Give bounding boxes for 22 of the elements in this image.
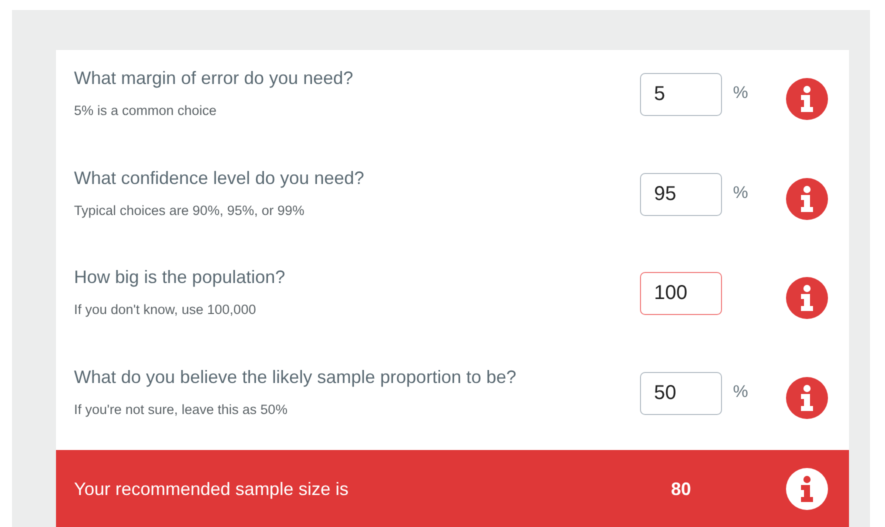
unit-label: % bbox=[733, 382, 748, 402]
input-field[interactable]: 95 bbox=[640, 172, 722, 216]
input-field[interactable]: 100 bbox=[640, 272, 722, 316]
sample-size-value: 80 bbox=[670, 478, 692, 500]
hint-text: 5% is a common choice bbox=[74, 103, 218, 118]
hint-text: Typical choices are 90%, 95%, or 99% bbox=[74, 202, 306, 218]
question-label: How big is the population? bbox=[74, 267, 286, 288]
input-field[interactable]: 50 bbox=[640, 372, 722, 415]
hint-text: If you don't know, use 100,000 bbox=[74, 302, 257, 318]
unit-label: % bbox=[733, 83, 748, 103]
info-icon[interactable] bbox=[786, 468, 828, 510]
question-label: What do you believe the likely sample proportion to be? bbox=[74, 366, 518, 388]
info-icon[interactable] bbox=[786, 277, 828, 320]
info-icon[interactable] bbox=[786, 178, 828, 220]
input-field[interactable]: 5 bbox=[640, 73, 722, 116]
question-label: What confidence level do you need? bbox=[74, 168, 366, 189]
unit-label: % bbox=[733, 182, 748, 203]
hint-text: If you're not sure, leave this as 50% bbox=[74, 402, 288, 417]
result-label: Your recommended sample size is bbox=[74, 478, 350, 500]
question-label: What margin of error do you need? bbox=[74, 68, 354, 89]
info-icon[interactable] bbox=[786, 376, 828, 419]
info-icon[interactable] bbox=[786, 78, 828, 120]
